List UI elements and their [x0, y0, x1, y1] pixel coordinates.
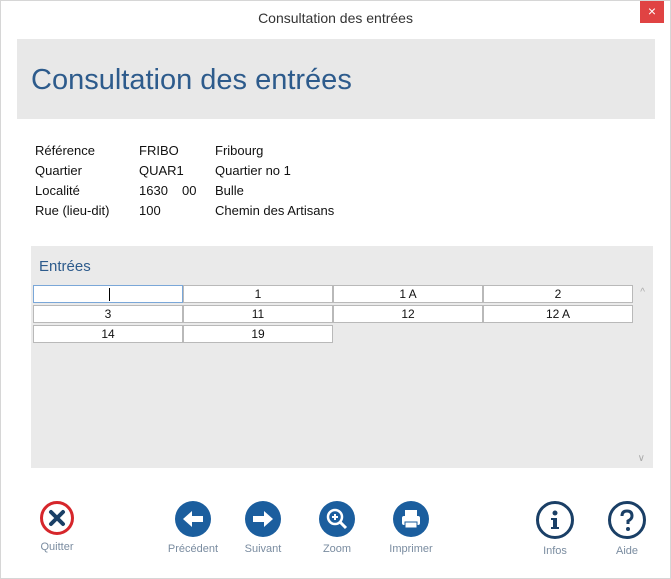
close-window-button[interactable]: × [640, 1, 664, 23]
info-code: FRIBO [139, 143, 179, 158]
print-label: Imprimer [389, 543, 433, 555]
info-code: 1630 [139, 183, 168, 198]
entry-cell[interactable]: 1 [183, 285, 333, 303]
entry-cell[interactable]: 1 A [333, 285, 483, 303]
footer-toolbar: Quitter Précédent Suivant Zoom Imprimer [17, 491, 657, 576]
entry-cell[interactable]: 11 [183, 305, 333, 323]
next-label: Suivant [244, 543, 282, 555]
arrow-left-icon [175, 501, 211, 537]
next-button[interactable]: Suivant [223, 491, 303, 555]
arrow-right-icon [245, 501, 281, 537]
entry-cell-selected[interactable] [33, 285, 183, 303]
entries-title: Entrées [39, 258, 91, 275]
entries-panel: Entrées 1 1 A 2 3 11 12 12 A 14 19 ^ ∨ [31, 246, 653, 468]
info-description: Bulle [215, 183, 244, 198]
info-description: Quartier no 1 [215, 163, 291, 178]
entry-cell[interactable]: 2 [483, 285, 633, 303]
info-label: Référence [35, 143, 95, 158]
help-label: Aide [615, 545, 639, 557]
title-bar: Consultation des entrées × [1, 1, 670, 34]
previous-label: Précédent [167, 543, 219, 555]
entry-cell[interactable]: 19 [183, 325, 333, 343]
page-title: Consultation des entrées [31, 64, 352, 96]
previous-button[interactable]: Précédent [153, 491, 233, 555]
info-code-secondary: 00 [182, 183, 197, 198]
info-description: Chemin des Artisans [215, 203, 335, 218]
entry-cell[interactable]: 3 [33, 305, 183, 323]
text-caret [109, 288, 110, 301]
zoom-plus-icon [319, 501, 355, 537]
printer-icon [393, 501, 429, 537]
quit-label: Quitter [40, 541, 74, 553]
info-label: Rue (lieu-dit) [35, 203, 110, 218]
info-label: Infos [543, 545, 567, 557]
info-code: QUAR1 [139, 163, 184, 178]
scroll-down-icon[interactable]: ∨ [638, 453, 645, 464]
quit-button[interactable]: Quitter [17, 491, 97, 553]
zoom-label: Zoom [322, 543, 352, 555]
page-header: Consultation des entrées [17, 39, 655, 119]
info-code: 100 [139, 203, 161, 218]
window-title: Consultation des entrées [258, 10, 413, 26]
info-icon [536, 501, 574, 539]
help-button[interactable]: Aide [587, 491, 667, 557]
scroll-up-icon[interactable]: ^ [640, 287, 645, 298]
entry-cell[interactable]: 12 A [483, 305, 633, 323]
close-circle-icon [40, 501, 74, 535]
info-label: Quartier [35, 163, 82, 178]
print-button[interactable]: Imprimer [371, 491, 451, 555]
entry-cell[interactable]: 14 [33, 325, 183, 343]
help-icon [608, 501, 646, 539]
zoom-button[interactable]: Zoom [297, 491, 377, 555]
info-description: Fribourg [215, 143, 264, 158]
info-label: Localité [35, 183, 80, 198]
entry-cell[interactable]: 12 [333, 305, 483, 323]
dialog-window: Consultation des entrées × Consultation … [0, 0, 671, 579]
info-button[interactable]: Infos [515, 491, 595, 557]
